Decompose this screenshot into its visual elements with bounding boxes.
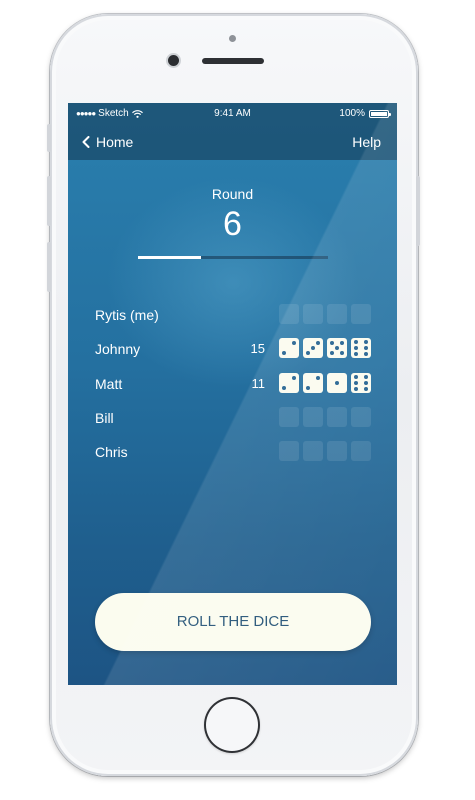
die-pip <box>282 385 286 390</box>
die-face-6 <box>351 372 371 393</box>
round-label: Round <box>211 186 254 202</box>
die-face-2 <box>279 372 299 393</box>
die-pip <box>354 380 358 385</box>
chevron-left-icon <box>82 136 90 148</box>
die-pip <box>354 346 358 351</box>
die-pip <box>330 341 334 346</box>
mute-switch <box>47 124 51 152</box>
die-pip <box>354 374 358 379</box>
player-score: 11 <box>251 375 266 391</box>
die-pip <box>316 341 320 346</box>
die-pip <box>364 380 368 385</box>
battery-info: 100% <box>339 108 391 119</box>
die-pip <box>335 380 339 385</box>
die-placeholder <box>279 441 299 462</box>
die-pip <box>364 374 368 379</box>
die-pip <box>335 346 339 351</box>
die-placeholder <box>351 406 371 427</box>
die-pip <box>306 385 310 390</box>
dice-group <box>279 304 371 324</box>
die-pip <box>364 352 368 357</box>
back-button-label: Home <box>96 134 134 150</box>
die-placeholder <box>303 304 323 324</box>
player-row: Johnny 15 <box>68 337 397 361</box>
die-placeholder <box>327 304 347 324</box>
die-pip <box>340 341 344 346</box>
player-name: Rytis (me) <box>95 307 159 323</box>
die-pip <box>292 341 296 346</box>
player-score: 15 <box>250 341 265 357</box>
player-name: Matt <box>95 375 123 392</box>
die-pip <box>311 346 315 351</box>
back-button[interactable]: Home <box>82 134 133 150</box>
die-face-2 <box>279 338 299 359</box>
help-button[interactable]: Help <box>352 134 381 150</box>
nav-bar: Home Help <box>68 129 397 157</box>
player-row: Rytis (me) <box>68 303 397 327</box>
player-row: Matt 11 <box>68 372 397 396</box>
die-pip <box>364 340 368 345</box>
player-name: Johnny <box>95 341 141 358</box>
die-pip <box>316 375 320 380</box>
dice-group <box>279 441 371 462</box>
die-placeholder <box>279 406 299 427</box>
die-pip <box>330 351 334 356</box>
die-face-2 <box>303 372 323 393</box>
front-camera <box>168 55 179 66</box>
die-face-5 <box>327 338 347 359</box>
volume-up-button <box>47 176 51 226</box>
die-pip <box>354 340 358 345</box>
volume-down-button <box>47 242 51 292</box>
die-placeholder <box>351 441 371 462</box>
die-placeholder <box>279 304 299 324</box>
die-pip <box>364 386 368 391</box>
proximity-sensor <box>229 35 236 42</box>
round-progress-fill <box>138 256 201 259</box>
die-pip <box>292 375 296 380</box>
home-button[interactable] <box>204 697 260 753</box>
earpiece-speaker <box>202 58 264 64</box>
battery-icon <box>369 109 391 118</box>
die-pip <box>282 351 286 356</box>
die-placeholder <box>303 406 323 427</box>
round-number: 6 <box>223 205 242 243</box>
die-placeholder <box>327 441 347 462</box>
die-face-1 <box>327 372 347 393</box>
player-row: Bill <box>68 406 397 430</box>
die-placeholder <box>327 406 347 427</box>
app-screen: ●●●●● Sketch 9:41 AM 100% Home Help Roun… <box>68 103 397 685</box>
die-placeholder <box>303 441 323 462</box>
roll-dice-button[interactable]: ROLL THE DICE <box>95 593 371 651</box>
die-placeholder <box>351 304 371 324</box>
dice-group <box>279 372 371 393</box>
die-pip <box>354 386 358 391</box>
dice-group <box>279 406 371 427</box>
status-bar: ●●●●● Sketch 9:41 AM 100% <box>68 103 397 123</box>
round-progress-bar <box>138 256 328 259</box>
die-pip <box>306 351 310 356</box>
battery-percent: 100% <box>339 108 365 119</box>
dice-group <box>279 338 371 359</box>
die-pip <box>340 351 344 356</box>
player-name: Bill <box>95 409 114 426</box>
die-face-6 <box>351 338 371 359</box>
die-face-3 <box>303 338 323 359</box>
power-button <box>416 176 420 246</box>
player-row: Chris <box>68 440 397 464</box>
player-name: Chris <box>95 444 128 461</box>
die-pip <box>364 346 368 351</box>
die-pip <box>354 352 358 357</box>
